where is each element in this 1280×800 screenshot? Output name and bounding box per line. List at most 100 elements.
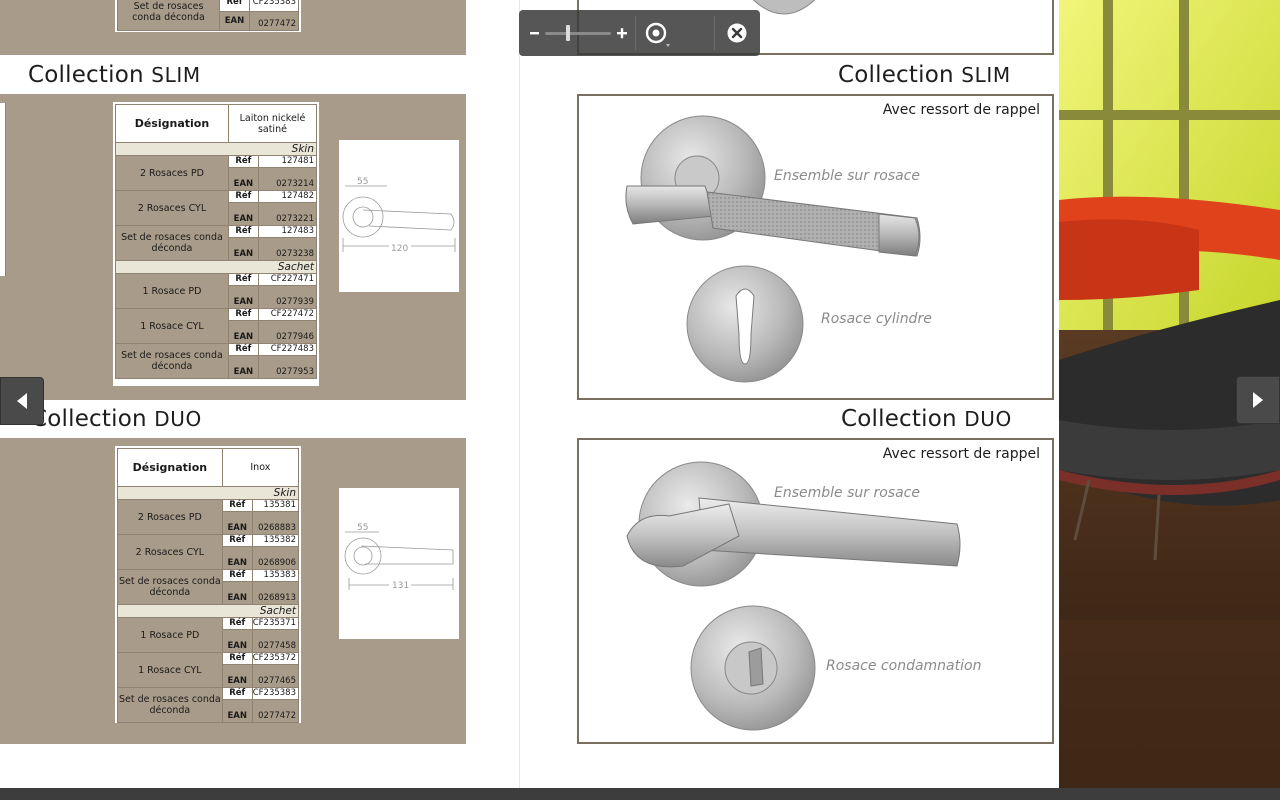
row-ean-label: EAN (221, 546, 253, 570)
left-duo-title-word: Collection (31, 406, 147, 432)
row-ref-value: 127482 (257, 190, 318, 203)
fragment-designation: Set de rosaces conda déconda (117, 0, 220, 31)
row-ean-value: 0273221 (257, 202, 318, 226)
row-ean-value: 0273214 (257, 167, 318, 191)
right-duo-title: Collection DUO (841, 406, 1012, 432)
slim-label-cylinder-rosette: Rosace cylindre (821, 311, 932, 327)
slim-section-title: Sachet (115, 260, 317, 274)
row-ean-value: 0273238 (257, 237, 318, 261)
zoom-slider-thumb[interactable] (566, 25, 571, 41)
table-row: Set de rosaces conda déconda Réf 127483 (115, 225, 318, 261)
row-ean-value: 0268913 (251, 581, 300, 605)
zoom-slider-track[interactable] (545, 32, 611, 35)
close-icon (727, 23, 747, 43)
row-ref-label: Réf (227, 273, 259, 286)
slim-product-panel: Avec ressort de rappel Ensemble sur rosa… (577, 94, 1054, 400)
left-slim-title-word: Collection (28, 62, 144, 88)
slim-label-rosette-set: Ensemble sur rosace (774, 168, 920, 184)
row-designation: 1 Rosace PD (115, 273, 229, 309)
prev-page-icon (17, 393, 27, 409)
duo-product-table: Désignation Inox Skin 2 Rosaces PD Réf 135381… (115, 446, 301, 723)
row-ref-label: Réf (227, 155, 259, 168)
row-designation: 2 Rosaces PD (117, 499, 223, 535)
row-ean-label: EAN (227, 320, 259, 344)
row-ref-value: 135382 (251, 534, 300, 547)
row-ean-value: 0277946 (257, 320, 318, 344)
fragment-ref-value: CF235383 (249, 0, 299, 12)
zoom-in-icon (617, 28, 627, 39)
row-ref-label: Réf (227, 343, 259, 356)
fragment-ean-value: 0277472 (249, 11, 299, 31)
row-ref-label: Réf (227, 308, 259, 321)
row-designation: Set de rosaces conda déconda (115, 225, 229, 261)
row-ean-label: EAN (227, 237, 259, 261)
table-row: 1 Rosace CYL Réf CF227472 (115, 308, 318, 344)
row-ean-label: EAN (221, 664, 253, 688)
zoom-out-icon (530, 32, 539, 35)
slim-handle-image (625, 115, 921, 383)
row-ref-label: Réf (221, 652, 253, 665)
duo-header-material: Inox (221, 448, 300, 487)
row-ean-label: EAN (221, 581, 253, 605)
row-designation: 2 Rosaces PD (115, 155, 229, 191)
left-duo-title-caps: DUO (154, 407, 202, 431)
duo-drawing-dim-top: 55 (357, 523, 368, 533)
row-ref-value: 127483 (257, 225, 318, 238)
bottom-status-bar (0, 788, 1280, 800)
right-slim-title-word: Collection (838, 62, 954, 88)
row-ref-label: Réf (221, 499, 253, 512)
left-duo-title: Collection DUO (31, 406, 202, 432)
duo-section-title: Sachet (117, 604, 299, 618)
row-designation: Set de rosaces conda déconda (117, 687, 223, 723)
fragment-ean-label: EAN (219, 11, 250, 31)
row-ref-label: Réf (221, 687, 253, 700)
fragment-ref-label: Réf (219, 0, 250, 12)
row-ref-value: 135383 (251, 569, 300, 582)
slim-product-table: Désignation Laiton nickelé satiné Skin 2 Ro… (113, 102, 319, 386)
top-table-fragment: Set de rosaces conda déconda Réf CF23538… (115, 0, 301, 32)
row-ean-value: 0277458 (251, 629, 300, 653)
row-ean-value: 0277953 (257, 355, 318, 379)
slim-drawing-dim-top: 55 (357, 177, 368, 187)
row-designation: 2 Rosaces CYL (115, 190, 229, 226)
row-ref-value: CF235371 (251, 617, 300, 630)
slim-technical-drawing: 55 120 (339, 140, 459, 292)
right-page: Collection SLIM Avec ressort de rappel E… (520, 0, 1060, 788)
row-ean-label: EAN (221, 629, 253, 653)
reset-zoom-button[interactable] (644, 20, 672, 48)
table-row: 2 Rosaces PD Réf 135381 (117, 499, 300, 535)
row-designation: Set de rosaces conda déconda (117, 569, 223, 605)
right-slim-title: Collection SLIM (838, 62, 1011, 88)
row-designation: 1 Rosace CYL (115, 308, 229, 344)
slim-drawing-dim-bottom: 120 (391, 244, 408, 254)
right-slim-title-caps: SLIM (961, 63, 1011, 87)
zoom-in-button[interactable] (612, 20, 632, 46)
row-ean-value: 0268906 (251, 546, 300, 570)
row-ref-value: CF235372 (251, 652, 300, 665)
table-row: 2 Rosaces PD Réf 127481 (115, 155, 318, 191)
table-row: Set de rosaces conda déconda Réf CF227483 (115, 343, 318, 379)
row-ean-value: 0277472 (251, 699, 300, 723)
row-ean-label: EAN (227, 355, 259, 379)
duo-product-panel: Avec ressort de rappel Ensemble sur rosa… (577, 438, 1054, 744)
row-ref-label: Réf (221, 617, 253, 630)
row-ref-value: 127481 (257, 155, 318, 168)
next-page-button[interactable] (1236, 376, 1280, 424)
slim-prev-column-sliver (0, 103, 6, 276)
table-row: Set de rosaces conda déconda Réf CF235383 (117, 687, 300, 723)
next-page-icon (1253, 392, 1263, 408)
row-designation: 2 Rosaces CYL (117, 534, 223, 570)
table-row: 1 Rosace PD Réf CF227471 (115, 273, 318, 309)
table-row: 2 Rosaces CYL Réf 135382 (117, 534, 300, 570)
row-ref-label: Réf (221, 569, 253, 582)
prev-page-button[interactable] (0, 377, 44, 425)
right-duo-title-word: Collection (841, 406, 957, 432)
row-ref-label: Réf (227, 225, 259, 238)
zoom-out-button[interactable] (524, 20, 544, 46)
duo-label-rosette-set: Ensemble sur rosace (774, 485, 920, 501)
row-ean-label: EAN (227, 202, 259, 226)
row-designation: 1 Rosace PD (117, 617, 223, 653)
slim-header-designation: Désignation (115, 104, 229, 143)
close-viewer-button[interactable] (726, 22, 748, 44)
row-designation: 1 Rosace CYL (117, 652, 223, 688)
